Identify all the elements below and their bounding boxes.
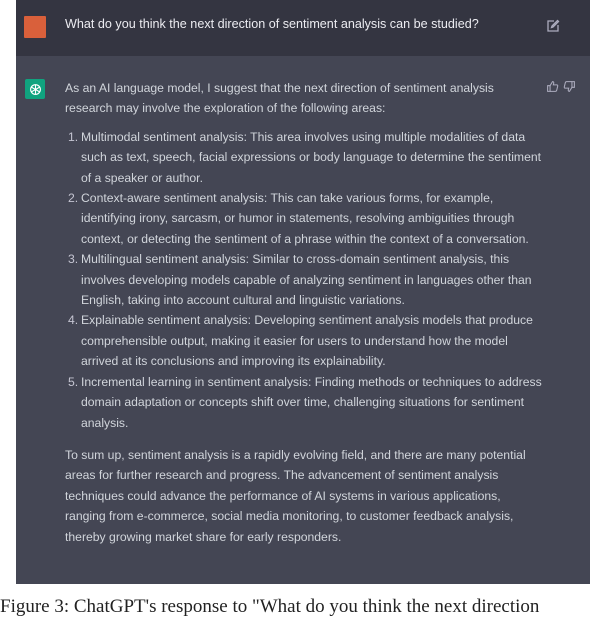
- list-item-number: 5.: [68, 374, 79, 389]
- list-item-number: 3.: [68, 252, 79, 267]
- assistant-intro: As an AI language model, I suggest that …: [65, 81, 494, 116]
- list-item-number: 4.: [68, 313, 79, 328]
- list-item-text: Incremental learning in sentiment analys…: [81, 374, 542, 430]
- list-item-text: Context-aware sentiment analysis: This c…: [81, 191, 529, 246]
- suggestion-list: 1. Multimodal sentiment analysis: This a…: [65, 127, 543, 433]
- feedback-buttons: [546, 80, 576, 93]
- list-item-text: Multimodal sentiment analysis: This area…: [81, 129, 542, 185]
- list-item: 5. Incremental learning in sentiment ana…: [65, 372, 543, 433]
- list-item: 3. Multilingual sentiment analysis: Simi…: [65, 249, 543, 310]
- list-item-text: Explainable sentiment analysis: Developi…: [81, 313, 533, 369]
- thumbs-down-icon[interactable]: [563, 80, 576, 93]
- chat-frame: What do you think the next direction of …: [16, 0, 590, 584]
- user-message-text: What do you think the next direction of …: [65, 17, 479, 31]
- figure-caption: Figure 3: ChatGPT's response to "What do…: [0, 596, 540, 617]
- openai-logo-icon: [25, 79, 45, 99]
- edit-icon[interactable]: [545, 18, 561, 34]
- user-avatar: [24, 16, 46, 38]
- assistant-message: As an AI language model, I suggest that …: [65, 78, 543, 547]
- assistant-summary: To sum up, sentiment analysis is a rapid…: [65, 447, 526, 544]
- thumbs-up-icon[interactable]: [546, 80, 559, 93]
- list-item-text: Multilingual sentiment analysis: Similar…: [81, 252, 532, 308]
- list-item: 4. Explainable sentiment analysis: Devel…: [65, 310, 543, 371]
- user-message-row: What do you think the next direction of …: [16, 0, 590, 56]
- list-item-number: 2.: [68, 191, 79, 206]
- list-item-number: 1.: [68, 129, 79, 144]
- list-item: 1. Multimodal sentiment analysis: This a…: [65, 127, 543, 188]
- list-item: 2. Context-aware sentiment analysis: Thi…: [65, 188, 543, 249]
